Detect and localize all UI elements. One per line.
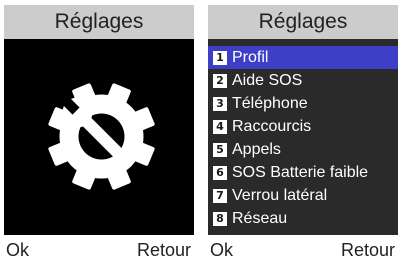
menu-item[interactable]: 6 SOS Batterie faible	[208, 161, 398, 184]
menu-item-number: 3	[213, 96, 227, 111]
menu-item-label: SOS Batterie faible	[232, 163, 369, 181]
menu-item[interactable]: 7 Verrou latéral	[208, 184, 398, 207]
menu-item-number: 8	[213, 211, 227, 226]
back-softkey[interactable]: Retour	[341, 240, 395, 261]
menu-item-number: 4	[213, 119, 227, 134]
menu-item-label: Profil	[232, 48, 269, 66]
menu-item-label: Verrou latéral	[232, 186, 328, 204]
settings-menu-screen: Réglages 1 Profil 2 Aide SOS 3 Téléphone 4 Racc…	[208, 5, 398, 265]
menu-item-label: Raccourcis	[232, 117, 312, 135]
settings-menu-list: 1 Profil 2 Aide SOS 3 Téléphone 4 Raccourcis 5 Ap…	[208, 46, 398, 230]
screen-title: Réglages	[208, 5, 398, 39]
back-softkey[interactable]: Retour	[137, 240, 191, 261]
menu-item-number: 7	[213, 188, 227, 203]
icon-area[interactable]	[4, 39, 194, 235]
menu-item-label: Téléphone	[232, 94, 308, 112]
menu-item-label: Aide SOS	[232, 71, 303, 89]
menu-item[interactable]: 8 Réseau	[208, 207, 398, 230]
menu-item-label: Réseau	[232, 209, 288, 227]
menu-item-number: 2	[213, 73, 227, 88]
menu-area: 1 Profil 2 Aide SOS 3 Téléphone 4 Raccourcis 5 Ap…	[208, 39, 398, 235]
menu-item[interactable]: 1 Profil	[208, 46, 398, 69]
menu-item-label: Appels	[232, 140, 281, 158]
menu-item-number: 5	[213, 142, 227, 157]
menu-item[interactable]: 5 Appels	[208, 138, 398, 161]
ok-softkey[interactable]: Ok	[6, 240, 29, 261]
menu-item-number: 1	[213, 50, 227, 65]
menu-item[interactable]: 3 Téléphone	[208, 92, 398, 115]
screen-title: Réglages	[4, 5, 194, 39]
menu-item[interactable]: 2 Aide SOS	[208, 69, 398, 92]
settings-gear-wrench-icon[interactable]	[44, 79, 159, 194]
settings-icon-screen: Réglages Ok Retour	[4, 5, 194, 265]
menu-item[interactable]: 4 Raccourcis	[208, 115, 398, 138]
menu-item-number: 6	[213, 165, 227, 180]
ok-softkey[interactable]: Ok	[210, 240, 233, 261]
